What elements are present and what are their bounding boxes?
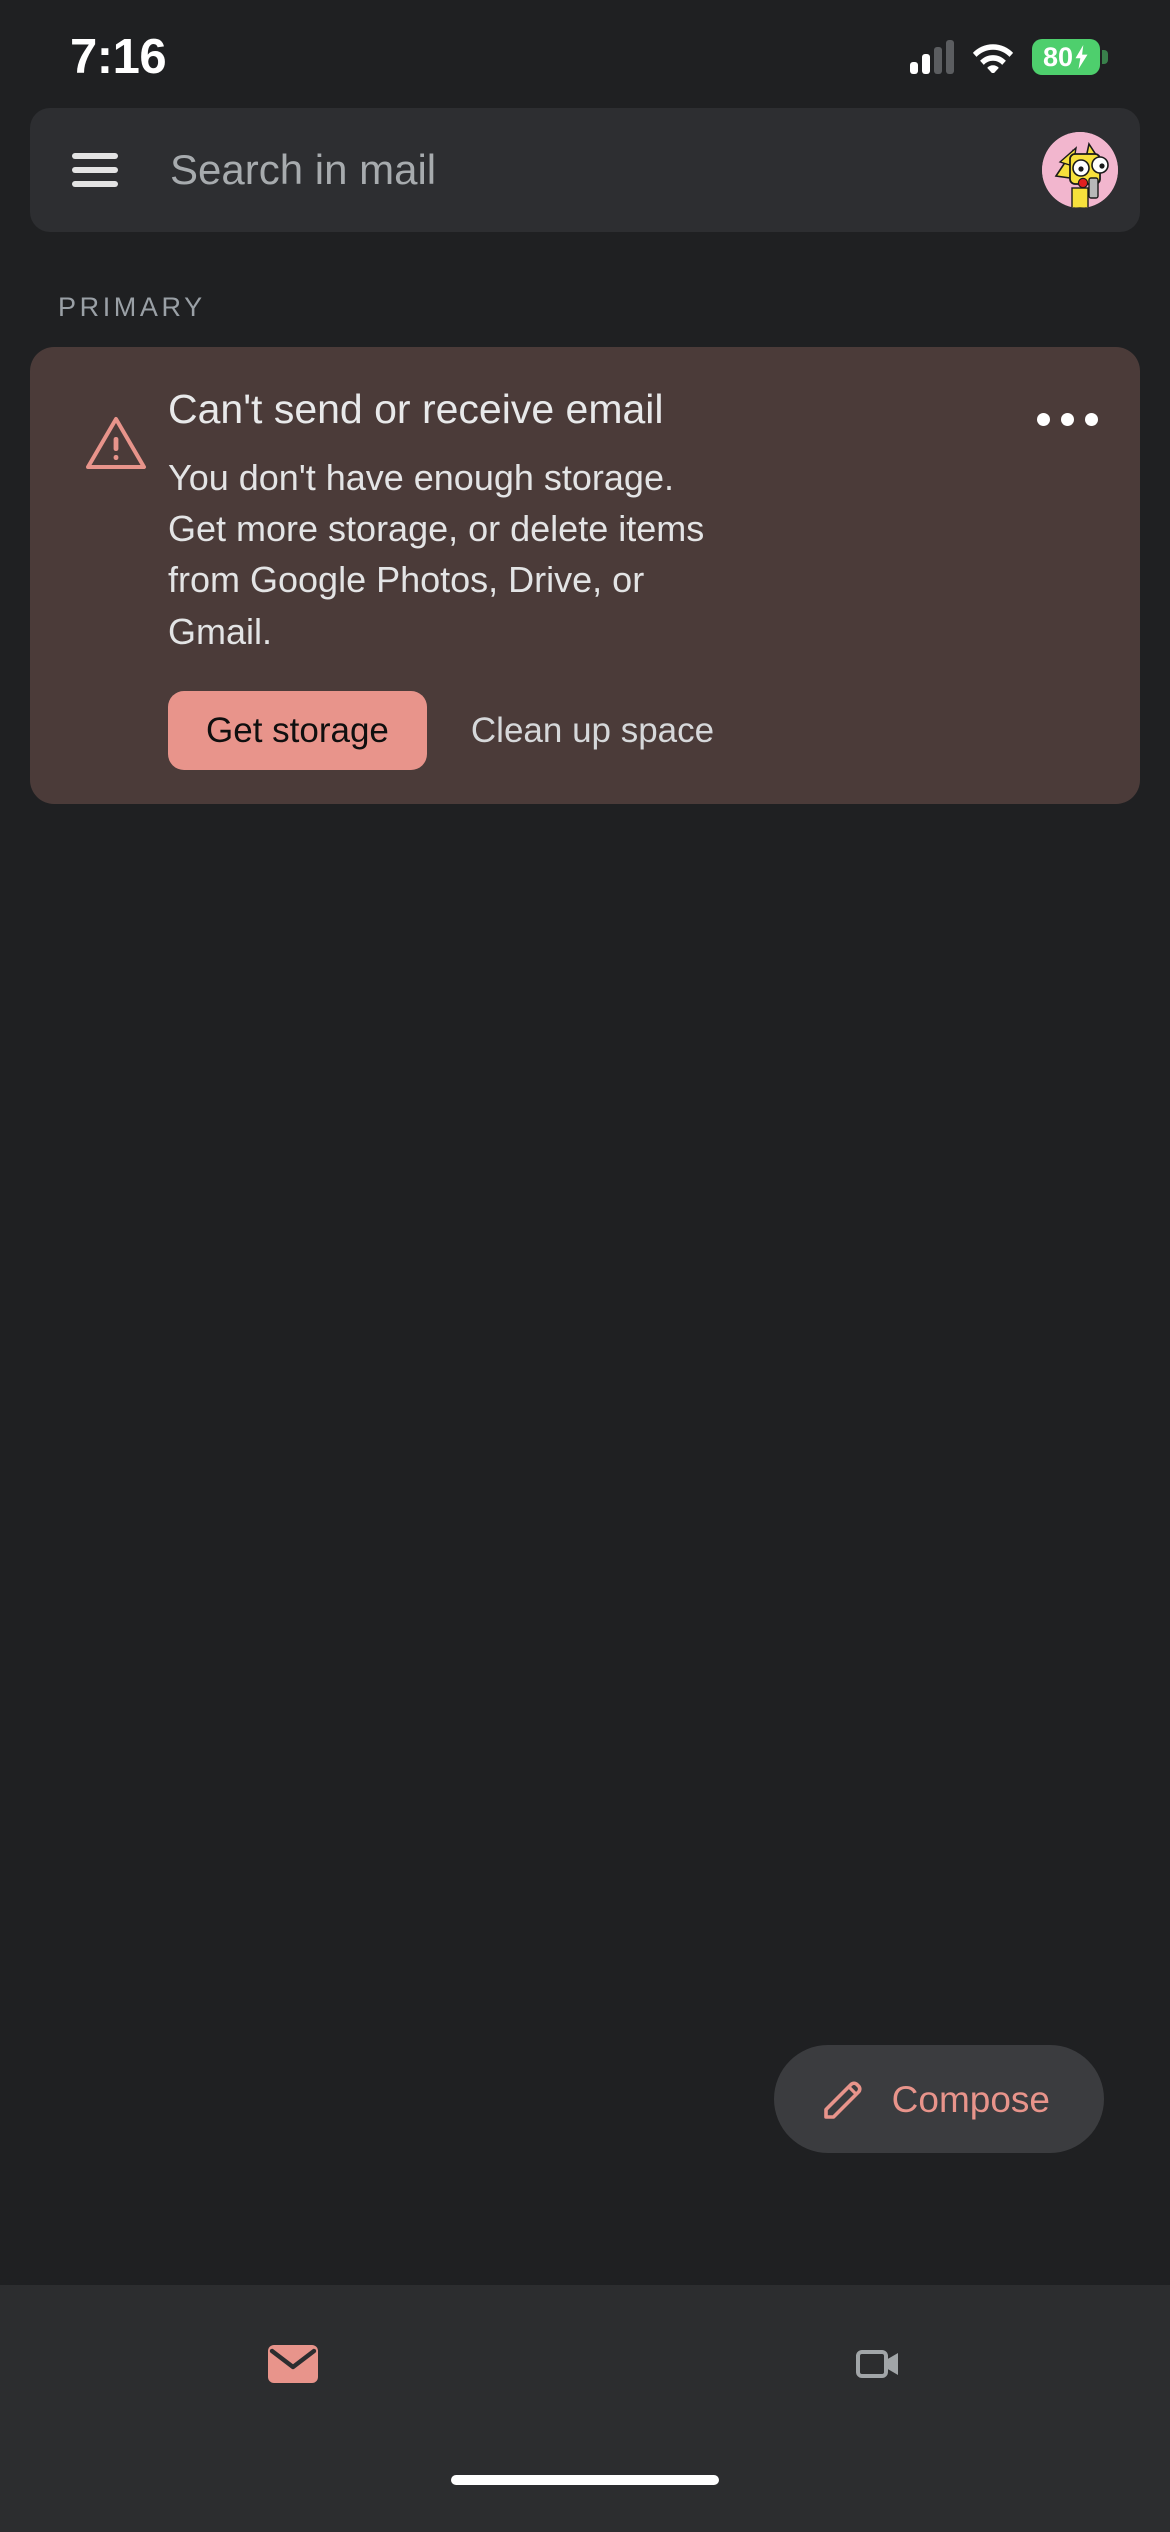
search-bar-container: Search in mail — [0, 108, 1170, 232]
nav-item-meet[interactable] — [585, 2285, 1170, 2443]
battery-percent-label: 80 — [1042, 41, 1074, 72]
get-storage-button[interactable]: Get storage — [168, 690, 427, 770]
video-camera-icon — [855, 2350, 898, 2378]
more-options-icon[interactable] — [1029, 405, 1106, 434]
alert-actions: Get storage Clean up space — [168, 690, 1096, 770]
home-indicator[interactable] — [451, 2475, 719, 2485]
alert-body-text: You don't have enough storage. Get more … — [168, 457, 705, 652]
mail-envelope-icon — [267, 2345, 318, 2383]
app-screen: 7:16 80 Search in mail PRIMARY Can't sen… — [0, 0, 1170, 2532]
charging-bolt-icon — [1075, 45, 1088, 69]
status-time: 7:16 — [70, 29, 167, 84]
compose-label: Compose — [891, 2078, 1050, 2120]
battery-cap — [1102, 50, 1108, 64]
status-bar: 7:16 80 — [0, 0, 1170, 108]
pencil-compose-icon — [823, 2081, 862, 2119]
section-label-primary: PRIMARY — [58, 292, 206, 322]
email-list-area: Compose — [0, 804, 1170, 2285]
search-bar[interactable]: Search in mail — [30, 108, 1140, 232]
home-indicator-area — [0, 2443, 1170, 2532]
battery-indicator: 80 — [1032, 39, 1108, 75]
wifi-icon — [972, 44, 1014, 73]
bottom-navigation-bar — [0, 2285, 1170, 2443]
avatar[interactable] — [1042, 132, 1118, 208]
alert-title: Can't send or receive email — [168, 386, 664, 432]
nav-item-mail[interactable] — [0, 2285, 585, 2443]
cellular-signal-icon — [910, 40, 954, 74]
warning-icon-column — [64, 385, 168, 471]
alert-card-container: Can't send or receive email You don't ha… — [0, 347, 1170, 804]
search-input[interactable]: Search in mail — [170, 146, 1042, 194]
hamburger-menu-icon[interactable] — [72, 153, 118, 187]
alert-content: Can't send or receive email You don't ha… — [168, 385, 1106, 770]
status-indicators: 80 — [910, 39, 1108, 75]
warning-triangle-icon — [86, 417, 146, 469]
clean-up-space-button[interactable]: Clean up space — [441, 691, 744, 770]
compose-button[interactable]: Compose — [773, 2045, 1104, 2153]
storage-alert-card: Can't send or receive email You don't ha… — [30, 347, 1140, 804]
